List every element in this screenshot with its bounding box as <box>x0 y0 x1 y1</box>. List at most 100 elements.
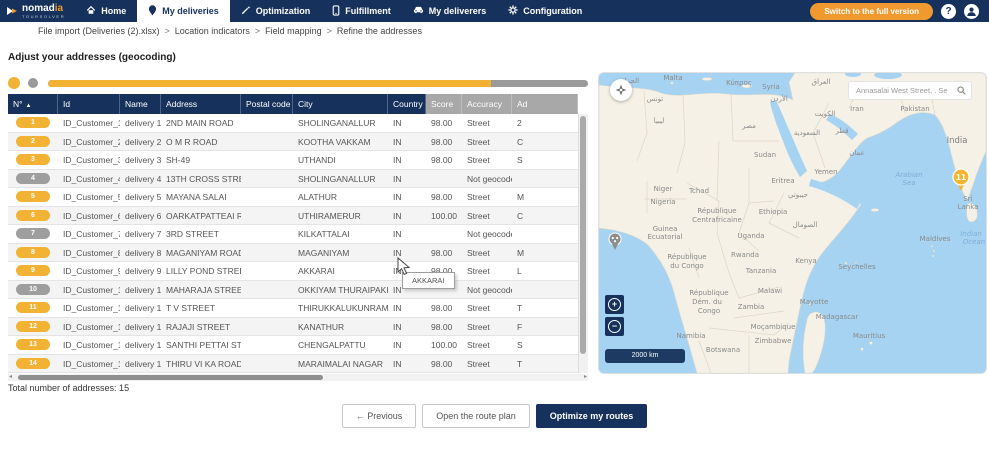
cell-postal <box>241 114 293 132</box>
horizontal-scrollbar[interactable]: ◂ ▸ <box>8 374 588 381</box>
cell-score: 98.00 <box>431 303 453 313</box>
row-number-pill: 12 <box>16 320 50 332</box>
cell-found: S <box>517 340 523 350</box>
table-row[interactable]: 1 ID_Customer_1 delivery 1 2ND MAIN ROAD SHO… <box>8 114 588 133</box>
table-row[interactable]: 2 ID_Customer_2 delivery 2 O M R ROAD KOOTHA… <box>8 132 588 151</box>
row-number-pill: 4 <box>16 172 50 184</box>
cell-name: delivery 11 <box>125 303 161 313</box>
map-label: Tchad <box>688 187 709 195</box>
column-header-country[interactable]: Country <box>388 94 426 114</box>
tab-home[interactable]: Home <box>75 0 137 22</box>
row-number-pill: 7 <box>16 228 50 240</box>
cell-country: IN <box>393 192 402 202</box>
cell-score <box>426 225 462 243</box>
tab-optimization[interactable]: Optimization <box>230 0 322 22</box>
cell-city: MAGANIYAM <box>298 247 350 258</box>
breadcrumb-item[interactable]: File import (Deliveries (2).xlsx) <box>38 26 160 36</box>
cell-found: 2 <box>517 118 522 128</box>
cell-score <box>426 170 462 188</box>
cell-id: ID_Customer_10 <box>63 284 120 295</box>
scroll-left-icon[interactable]: ◂ <box>9 373 12 380</box>
optimize-my-routes-button[interactable]: Optimize my routes <box>535 404 648 428</box>
table-row[interactable]: 5 ID_Customer_5 delivery 5 MAYANA SALAI ALAT… <box>8 188 588 207</box>
map-label: India <box>947 136 968 146</box>
cell-score: 98.00 <box>431 321 453 332</box>
zoom-out-button[interactable]: − <box>605 317 624 336</box>
top-navbar: nomadia TOURSOLVER Home My deliveries Opti… <box>0 0 989 22</box>
world-map[interactable]: الجزائرتونسMaltaΚύπρος Syriaالعراقالأردنا… <box>599 73 986 373</box>
table-row[interactable]: 14 ID_Customer_14 delivery 14 THIRU VI KA R… <box>8 354 588 373</box>
map-label: Ecuatorial <box>647 233 682 241</box>
breadcrumb-item[interactable]: Field mapping <box>265 26 322 36</box>
table-row[interactable]: 13 ID_Customer_13 delivery 13 SANTHI PETTAI… <box>8 336 588 355</box>
cell-postal <box>241 299 293 317</box>
cell-accuracy: Not geocoded <box>467 284 512 295</box>
table-row[interactable]: 10 ID_Customer_10 delivery 10 MAHARAJA STRE… <box>8 280 588 299</box>
map-label: du Congo <box>670 262 703 270</box>
row-number-pill: 8 <box>16 246 50 258</box>
cell-city: UTHANDI <box>298 155 336 165</box>
cell-city: KOOTHA VAKKAM <box>298 136 371 147</box>
cell-id: ID_Customer_6 <box>63 210 120 221</box>
help-icon[interactable]: ? <box>941 3 956 19</box>
tab-fulfillment[interactable]: Fulfillment <box>321 0 402 22</box>
table-row[interactable]: 11 ID_Customer_11 delivery 11 T V STREET THI… <box>8 299 588 318</box>
scroll-right-icon[interactable]: ▸ <box>584 373 587 380</box>
column-header-accuracy[interactable]: Accuracy <box>462 94 512 114</box>
tab-my-deliverers[interactable]: My deliverers <box>402 0 498 22</box>
tab-my-deliveries[interactable]: My deliveries <box>137 0 230 22</box>
table-row[interactable]: 6 ID_Customer_6 delivery 6 OARKATPATTEAI RO… <box>8 206 588 225</box>
map-label: مصر <box>741 122 756 130</box>
map-search-input[interactable] <box>854 85 957 96</box>
nomadia-logo[interactable]: nomadia TOURSOLVER <box>0 0 75 22</box>
previous-button[interactable]: ← Previous <box>341 404 417 428</box>
vertical-scroll-thumb[interactable] <box>580 116 586 354</box>
table-row[interactable]: 4 ID_Customer_4 delivery 4 13TH CROSS STREE… <box>8 169 588 188</box>
progress-dot-done <box>8 77 20 89</box>
cell-id: ID_Customer_12 <box>63 321 120 332</box>
cell-accuracy: Not geocoded <box>467 229 512 239</box>
map-label: Malawi <box>758 287 782 295</box>
map-label: Dém. du <box>692 298 722 306</box>
breadcrumb-item[interactable]: Refine the addresses <box>337 26 422 36</box>
column-header-id[interactable]: Id <box>58 94 120 114</box>
map-label: Tanzania <box>745 267 776 275</box>
cell-address: MAHARAJA STREET <box>166 284 241 295</box>
switch-full-version-button[interactable]: Switch to the full version <box>810 2 933 20</box>
open-route-plan-button[interactable]: Open the route plan <box>422 404 530 428</box>
column-header-city[interactable]: City <box>293 94 388 114</box>
cell-address: THIRU VI KA ROAD <box>166 358 241 369</box>
geolocate-button[interactable] <box>610 79 632 101</box>
cell-tooltip: AKKARAI <box>402 272 455 289</box>
row-number-pill: 2 <box>16 135 50 147</box>
breadcrumb-item[interactable]: Location indicators <box>175 26 250 36</box>
column-header-postal-code[interactable]: Postal code <box>241 94 293 114</box>
table-row[interactable]: 9 ID_Customer_9 delivery 9 LILLY POND STREE… <box>8 262 588 281</box>
table-row[interactable]: 7 ID_Customer_7 delivery 7 3RD STREET KILKAT… <box>8 225 588 244</box>
column-header-n-[interactable]: N° ▲ <box>8 94 58 114</box>
column-header-score[interactable]: Score <box>426 94 462 114</box>
table-row[interactable]: 3 ID_Customer_3 delivery 3 SH-49 UTHANDI IN 98… <box>8 151 588 170</box>
cell-id: ID_Customer_7 <box>63 229 120 239</box>
table-row[interactable]: 12 ID_Customer_12 delivery 12 RAJAJI STREET… <box>8 317 588 336</box>
map-label: Uganda <box>737 232 764 240</box>
progress-dot-pending <box>28 78 38 88</box>
tab-configuration[interactable]: Configuration <box>497 0 593 22</box>
row-number-cell: 13 <box>8 336 58 354</box>
map-panel[interactable]: الجزائر تونس Malta Κύπρος Syria العراق الأردن ا… <box>598 72 987 374</box>
cell-found: S <box>517 155 523 165</box>
cell-score: 98.00 <box>431 136 453 147</box>
vertical-scrollbar[interactable] <box>578 114 588 373</box>
column-header-ad[interactable]: Ad <box>512 94 578 114</box>
zoom-in-button[interactable]: + <box>605 295 624 314</box>
column-header-address[interactable]: Address <box>161 94 241 114</box>
home-icon <box>86 5 96 17</box>
map-label: Iran <box>850 105 864 113</box>
table-row[interactable]: 8 ID_Customer_8 delivery 8 MAGANIYAM ROAD MA… <box>8 243 588 262</box>
row-number-cell: 8 <box>8 244 58 262</box>
map-search-box[interactable] <box>848 81 972 100</box>
cell-name: delivery 3 <box>125 155 161 165</box>
column-header-name[interactable]: Name <box>120 94 161 114</box>
horizontal-scroll-thumb[interactable] <box>18 375 323 380</box>
user-icon[interactable] <box>964 3 979 19</box>
